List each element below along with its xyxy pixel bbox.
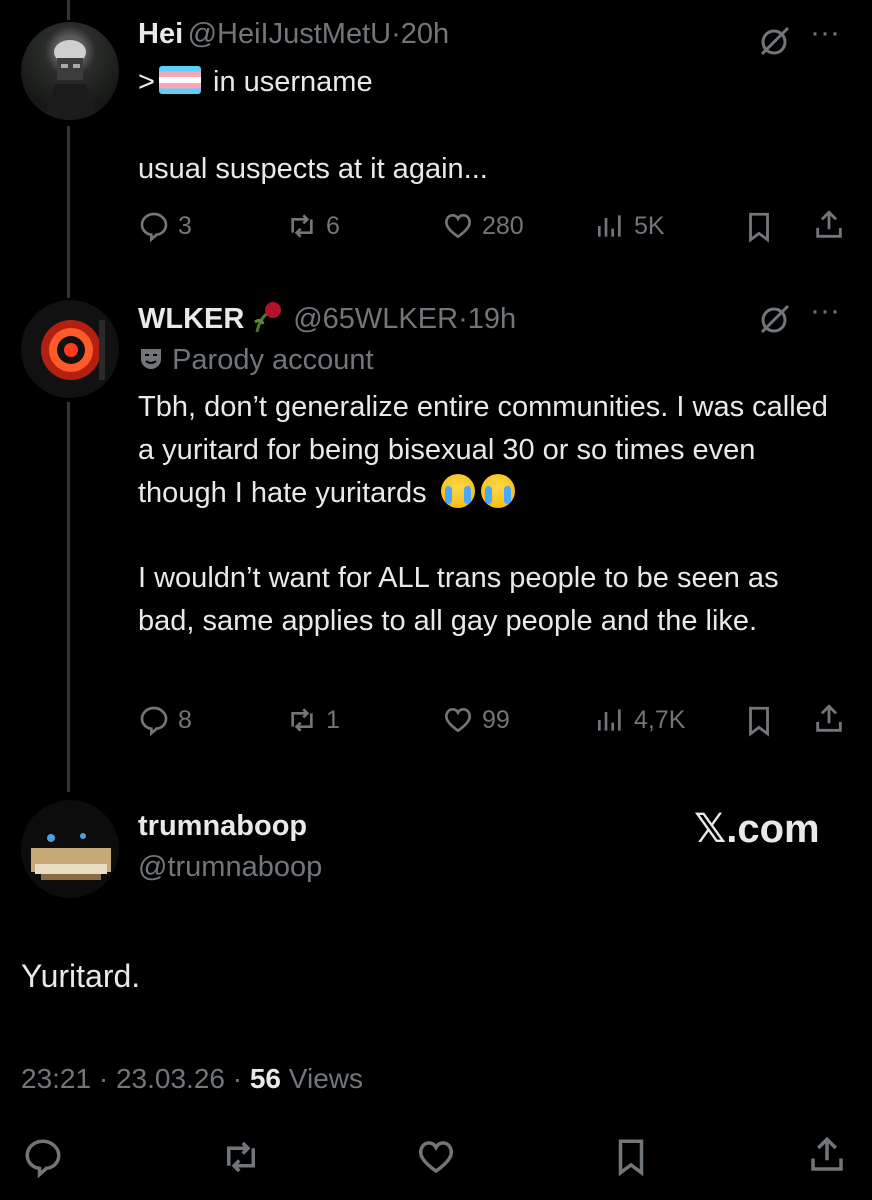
tweet2-para2: I wouldn’t want for ALL trans people to …: [138, 562, 779, 637]
tweet2-repost-count: 1: [326, 705, 340, 734]
views-icon: [598, 215, 621, 237]
main-handle[interactable]: @trumnaboop: [138, 851, 322, 884]
tweet1-views-button[interactable]: 5K: [594, 210, 665, 242]
tweet2-para1: Tbh, don’t generalize entire communities…: [138, 386, 828, 515]
tweet1-share-icon[interactable]: [812, 208, 846, 242]
tweet1-reply-button[interactable]: 3: [138, 210, 192, 242]
heart-icon: [445, 707, 471, 733]
tweet1-line1: > in username: [138, 61, 373, 104]
main-date[interactable]: 23.03.26: [116, 1063, 225, 1094]
tweet1-reply-count: 3: [178, 211, 192, 240]
tweet2-sep: ·: [458, 303, 468, 335]
parody-label: Parody account: [172, 344, 374, 376]
tweet1-handle[interactable]: @HeiIJustMetU: [188, 18, 391, 50]
crying-face-icon-2: [480, 474, 515, 508]
thread-line-2: [67, 402, 70, 792]
tweet2-share-icon[interactable]: [812, 702, 846, 736]
more-icon[interactable]: ···: [810, 16, 840, 50]
tweet1-line1-prefix: >: [138, 66, 155, 98]
wilted-rose-icon: [249, 298, 289, 339]
tweet1-header: Hei @HeiIJustMetU·20h: [138, 18, 449, 51]
tweet2-reply-count: 8: [178, 705, 192, 734]
grok-icon-2[interactable]: [758, 302, 792, 336]
tweet1-views-count: 5K: [634, 211, 665, 240]
main-reply-icon[interactable]: [22, 1136, 64, 1178]
tweet2-handle[interactable]: @65WLKER: [293, 303, 458, 335]
tweet2-views-button[interactable]: 4,7K: [594, 704, 685, 736]
tweet2-views-count: 4,7K: [634, 705, 686, 734]
trans-flag-icon: [158, 66, 201, 94]
reply-icon: [140, 706, 168, 736]
main-share-icon[interactable]: [806, 1134, 848, 1176]
crying-face-icon: [440, 474, 475, 508]
parody-badge: Parody account: [138, 344, 374, 380]
repost-icon: [291, 214, 313, 238]
main-meta: 23:21 · 23.03.26 · 56 Views: [21, 1063, 363, 1095]
tweet2-reply-button[interactable]: 8: [138, 704, 192, 736]
main-views-label: Views: [288, 1063, 363, 1094]
main-body: Yuritard.: [21, 958, 141, 994]
tweet1-body: usual suspects at it again...: [138, 153, 488, 185]
tweet1-like-button[interactable]: 280: [442, 210, 524, 242]
tweet2-header: WLKER @65WLKER·19h: [138, 298, 516, 339]
main-repost-icon[interactable]: [218, 1136, 264, 1178]
views-icon: [598, 709, 621, 731]
main-views-count: 56: [249, 1063, 282, 1094]
tweet2-repost-button[interactable]: 1: [286, 704, 340, 736]
avatar-wlker[interactable]: [21, 300, 119, 398]
main-sep2: ·: [232, 1063, 243, 1094]
main-name[interactable]: trumnaboop: [138, 810, 307, 843]
tweet2-time[interactable]: 19h: [468, 303, 516, 335]
tweet1-line1-suffix: in username: [213, 66, 373, 98]
avatar-trumnaboop[interactable]: [21, 800, 119, 898]
more-icon-2[interactable]: ···: [810, 294, 840, 328]
tweet1-bookmark-icon[interactable]: [742, 210, 776, 244]
tweet1-sep: ·: [391, 18, 401, 50]
tweet1-time[interactable]: 20h: [401, 18, 449, 50]
tweet1-repost-count: 6: [326, 211, 340, 240]
heart-icon: [445, 213, 471, 239]
tweet2-like-button[interactable]: 99: [442, 704, 510, 736]
main-time[interactable]: 23:21: [21, 1063, 91, 1094]
x-com-watermark: 𝕏.com: [694, 807, 820, 851]
tweet2-bookmark-icon[interactable]: [742, 704, 776, 738]
tweet1-like-count: 280: [482, 211, 524, 240]
tweet1-repost-button[interactable]: 6: [286, 210, 340, 242]
main-bookmark-icon[interactable]: [610, 1136, 652, 1178]
tweet2-like-count: 99: [482, 705, 510, 734]
thread-line-1: [67, 126, 70, 298]
reply-icon: [140, 212, 168, 242]
tweet2-name[interactable]: WLKER: [138, 303, 244, 335]
grok-icon[interactable]: [758, 24, 792, 58]
main-sep1: ·: [98, 1063, 109, 1094]
thread-line-top: [67, 0, 70, 20]
avatar-hei[interactable]: [21, 22, 119, 120]
theater-mask-icon: [138, 346, 164, 380]
repost-icon: [291, 708, 313, 732]
main-like-icon[interactable]: [414, 1136, 458, 1178]
tweet1-name[interactable]: Hei: [138, 18, 183, 50]
